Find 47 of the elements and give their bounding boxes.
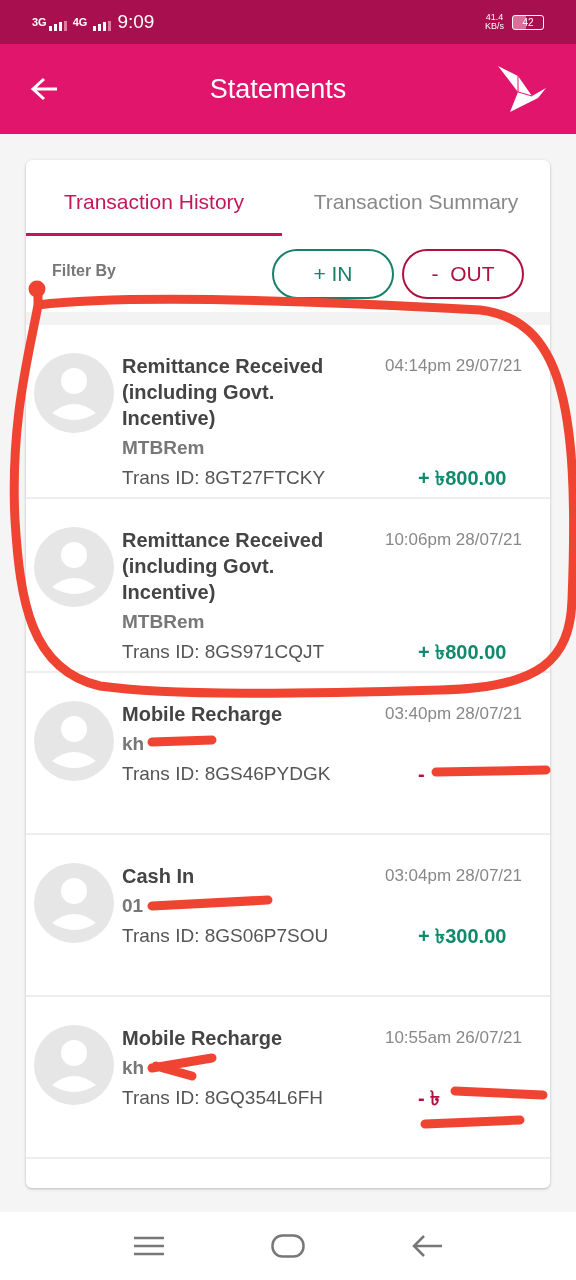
transaction-id: Trans ID: 8GS46PYDGK: [122, 762, 331, 786]
back-arrow-icon[interactable]: [30, 77, 58, 101]
transaction-title: Mobile Recharge: [122, 1026, 284, 1051]
tab[interactable]: Transaction Summary: [282, 160, 550, 236]
network-label: 4G: [72, 14, 88, 30]
paper-bird-icon: [498, 66, 546, 112]
transaction-time: 03:04pm 28/07/21: [384, 865, 522, 887]
transaction-title: Mobile Recharge: [122, 702, 284, 727]
transaction-time: 04:14pm 29/07/21: [384, 355, 522, 377]
signal-icon: [48, 21, 67, 31]
transaction-time: 10:55am 26/07/21: [384, 1027, 522, 1049]
tab[interactable]: Transaction History: [26, 160, 282, 236]
filter-label: Filter By: [52, 261, 117, 281]
transaction-party: kh: [122, 1056, 145, 1080]
transaction-time: 03:40pm 28/07/21: [384, 703, 522, 725]
transaction-party: kh: [122, 732, 145, 756]
avatar-icon: [34, 353, 114, 433]
home-icon[interactable]: [271, 1234, 305, 1258]
transaction-title: Remittance Received (including Govt. Incentive): [122, 354, 325, 431]
transaction-amount: - ৳: [418, 1086, 441, 1111]
filter-button[interactable]: + IN: [272, 249, 394, 299]
filter-button[interactable]: - OUT: [402, 249, 524, 299]
page-title: Statements: [208, 72, 348, 106]
transaction-party: 01: [122, 894, 144, 918]
transaction-id: Trans ID: 8GS971CQJT: [122, 640, 325, 664]
transaction-amount: + ৳300.00: [418, 924, 507, 949]
avatar-icon: [34, 1025, 114, 1105]
transaction-title: Remittance Received (including Govt. Incentive): [122, 528, 325, 605]
transaction-amount: -: [418, 762, 425, 787]
battery-indicator: 42: [512, 14, 544, 30]
network-speed: 41.4 KB/s: [485, 13, 504, 31]
clock-time: 9:09: [117, 9, 155, 34]
network-label: 3G: [32, 14, 47, 30]
transaction-party: MTBRem: [122, 436, 205, 460]
transaction-title: Cash In: [122, 864, 196, 889]
transaction-time: 10:06pm 28/07/21: [384, 529, 522, 551]
transaction-id: Trans ID: 8GS06P7SOU: [122, 924, 329, 948]
transaction-amount: + ৳800.00: [418, 466, 507, 491]
avatar-icon: [34, 527, 114, 607]
menu-icon[interactable]: [133, 1236, 164, 1256]
transaction-party: MTBRem: [122, 610, 205, 634]
transaction-id: Trans ID: 8GQ354L6FH: [122, 1086, 323, 1110]
avatar-icon: [34, 701, 114, 781]
back-icon[interactable]: [412, 1234, 443, 1258]
transaction-amount: + ৳800.00: [418, 640, 507, 665]
transaction-id: Trans ID: 8GT27FTCKY: [122, 466, 326, 490]
avatar-icon: [34, 863, 114, 943]
